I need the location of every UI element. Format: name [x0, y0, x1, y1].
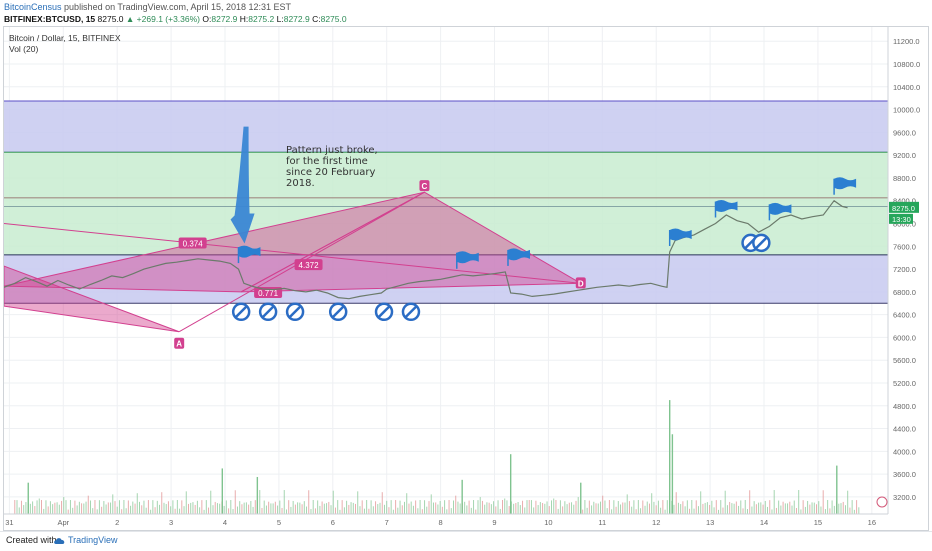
y-tick-label: 6000.0: [893, 333, 916, 342]
x-tick-label: 14: [760, 518, 768, 527]
x-tick-label: 4: [223, 518, 227, 527]
y-tick-label: 7200.0: [893, 265, 916, 274]
last-price: 8275.0: [97, 14, 124, 24]
symbol-label: BITFINEX:BTCUSD, 15: [4, 14, 96, 24]
pattern-point-c-label: C: [422, 182, 428, 191]
open-value: 8272.9: [211, 14, 238, 24]
publish-line: BitcoinCensus published on TradingView.c…: [4, 2, 291, 12]
y-tick-label: 6800.0: [893, 288, 916, 297]
y-tick-label: 10800.0: [893, 60, 920, 69]
y-tick-label: 9600.0: [893, 128, 916, 137]
high-label: H:: [239, 14, 249, 24]
x-tick-label: Apr: [57, 518, 69, 527]
y-tick-label: 5200.0: [893, 379, 916, 388]
x-tick-label: 2: [115, 518, 119, 527]
ohlc-line: BITFINEX:BTCUSD, 15 8275.0 ▲ +269.1 (+3.…: [4, 14, 347, 24]
y-tick-label: 3600.0: [893, 470, 916, 479]
pattern-point-a-label: A: [176, 340, 182, 349]
x-tick-label: 5: [277, 518, 281, 527]
y-tick-label: 6400.0: [893, 311, 916, 320]
x-tick-label: 9: [492, 518, 496, 527]
low-value: 8272.9: [283, 14, 310, 24]
close-value: 8275.0: [320, 14, 347, 24]
y-tick-label: 3200.0: [893, 493, 916, 502]
settings-icon[interactable]: [876, 496, 888, 508]
chart-header: BitcoinCensus published on TradingView.c…: [0, 0, 932, 26]
y-tick-label: 9200.0: [893, 151, 916, 160]
high-value: 8275.2: [248, 14, 275, 24]
x-tick-label: 12: [652, 518, 660, 527]
x-tick-label: 11: [598, 518, 606, 527]
y-tick-label: 5600.0: [893, 356, 916, 365]
ratio-label: 0.374: [183, 239, 204, 248]
x-tick-label: 13: [706, 518, 714, 527]
tradingview-cloud-icon: [54, 538, 65, 544]
published-text: published on TradingView.com, April 15, …: [64, 2, 292, 12]
band-upper[interactable]: [4, 101, 888, 153]
y-tick-label: 4000.0: [893, 447, 916, 456]
tradingview-brand-link[interactable]: TradingView: [68, 535, 118, 545]
chart-title: Bitcoin / Dollar, 15, BITFINEX: [9, 33, 121, 43]
x-tick-label: 8: [439, 518, 443, 527]
low-label: L:: [276, 14, 284, 24]
y-tick-label: 8800.0: [893, 174, 916, 183]
ratio-label: 4.372: [299, 261, 320, 270]
x-tick-label: 31: [5, 518, 13, 527]
y-tick-label: 11200.0: [893, 37, 920, 46]
close-label: C:: [312, 14, 321, 24]
x-tick-label: 6: [331, 518, 335, 527]
x-tick-label: 3: [169, 518, 173, 527]
pattern-point-d-label: D: [578, 279, 584, 288]
chart-legend: Bitcoin / Dollar, 15, BITFINEX Vol (20): [9, 33, 120, 55]
countdown-label: 13:30: [892, 215, 911, 224]
created-with-text: Created with: [6, 535, 57, 545]
pattern-annotation: Pattern just broke, for the first time s…: [286, 145, 378, 189]
price-chart[interactable]: A C D 0.374 4.372 0.771 11200.0 10800.0 10400.0 1…: [4, 27, 928, 530]
price-change: ▲ +269.1 (+3.36%): [125, 14, 201, 24]
y-tick-label: 4400.0: [893, 425, 916, 434]
x-tick-label: 7: [385, 518, 389, 527]
last-price-label: 8275.0: [892, 204, 915, 213]
author-link[interactable]: BitcoinCensus: [4, 2, 62, 12]
y-tick-label: 10400.0: [893, 83, 920, 92]
y-tick-label: 10000.0: [893, 106, 920, 115]
volume-indicator-label[interactable]: Vol (20): [9, 44, 120, 55]
x-tick-label: 10: [544, 518, 552, 527]
ratio-label: 0.771: [258, 289, 279, 298]
x-tick-label: 16: [868, 518, 876, 527]
x-tick-label: 15: [814, 518, 822, 527]
y-tick-label: 7600.0: [893, 242, 916, 251]
footer: Created with TradingView: [0, 531, 932, 551]
y-tick-label: 4800.0: [893, 402, 916, 411]
